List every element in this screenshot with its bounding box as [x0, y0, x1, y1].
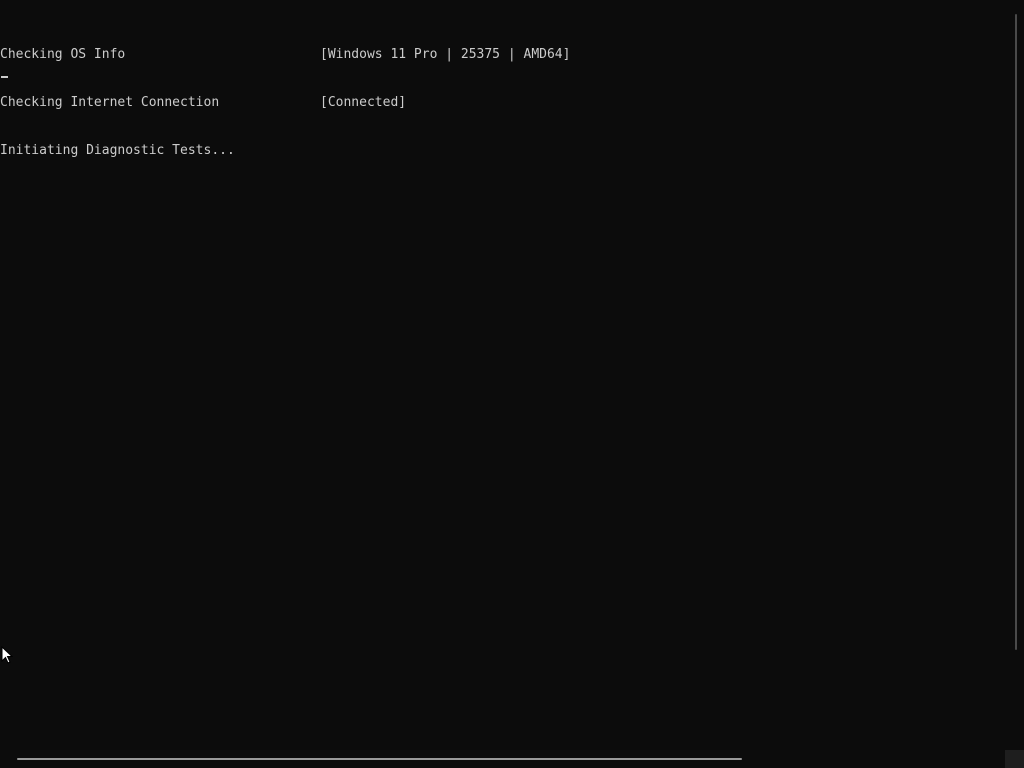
horizontal-scrollbar[interactable]	[0, 750, 1005, 768]
console-line-os-info: Checking OS Info [Windows 11 Pro | 25375…	[0, 47, 1004, 63]
console-line-internet: Checking Internet Connection [Connected]	[0, 95, 1004, 111]
scrollbar-corner	[1005, 750, 1024, 768]
os-info-status: [Windows 11 Pro | 25375 | AMD64]	[320, 47, 571, 62]
os-info-label: Checking OS Info	[0, 47, 126, 62]
internet-connection-status: [Connected]	[320, 95, 407, 110]
horizontal-scrollbar-thumb[interactable]	[17, 758, 742, 760]
console-line-diagnostics: Initiating Diagnostic Tests...	[0, 143, 1004, 159]
vertical-scrollbar-thumb[interactable]	[1015, 14, 1017, 650]
console-output: Checking OS Info [Windows 11 Pro | 25375…	[0, 15, 1004, 191]
vertical-scrollbar[interactable]	[1005, 0, 1024, 750]
text-cursor	[1, 76, 8, 78]
console-window[interactable]: Checking OS Info [Windows 11 Pro | 25375…	[0, 0, 1024, 768]
diagnostic-tests-label: Initiating Diagnostic Tests...	[0, 143, 235, 158]
mouse-pointer-icon	[1, 646, 13, 664]
internet-connection-label: Checking Internet Connection	[0, 95, 220, 110]
